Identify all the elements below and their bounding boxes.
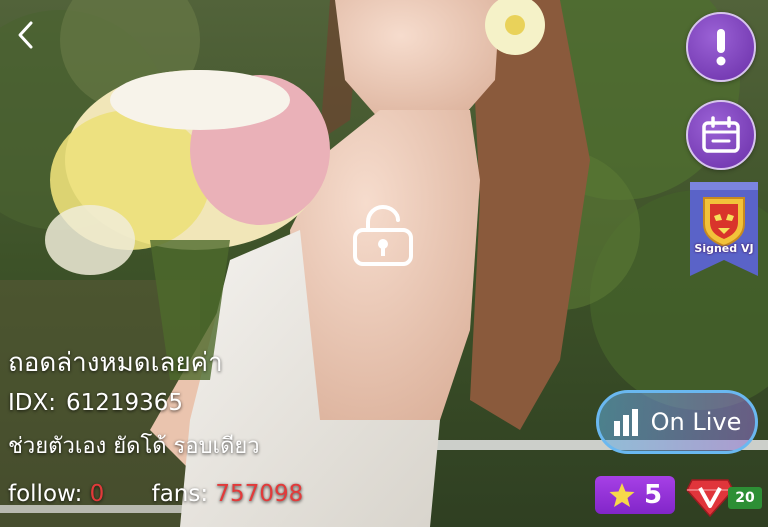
stream-stats: follow: 0 fans: 757098 <box>8 481 303 507</box>
diamond-v-icon <box>686 479 734 518</box>
vip-badge: 20 <box>686 474 764 518</box>
shield-badge-icon <box>690 182 758 276</box>
on-live-label: On Live <box>650 408 742 436</box>
exclamation-icon <box>716 29 726 66</box>
lock-toggle-button[interactable] <box>350 202 416 268</box>
schedule-button[interactable] <box>686 100 756 170</box>
vip-level-value: 20 <box>728 487 762 509</box>
stream-idx: IDX: 61219365 <box>8 390 183 416</box>
live-stream-preview: Signed VJ ถอดล่างหมดเลยค่า IDX: 61219365 … <box>0 0 768 527</box>
fans-label: fans: <box>151 481 209 507</box>
on-live-button[interactable]: On Live <box>596 390 758 454</box>
report-button[interactable] <box>686 12 756 82</box>
follow-label: follow: <box>8 481 83 507</box>
fans-count: 757098 <box>215 481 304 507</box>
signed-vj-label: Signed VJ <box>694 242 754 255</box>
stream-tagline: ช่วยตัวเอง ยัดโด้ รอบเดียว <box>8 434 260 459</box>
idx-label: IDX: <box>8 390 56 416</box>
signal-bars-icon <box>613 409 638 436</box>
signed-vj-badge: Signed VJ <box>688 180 760 278</box>
level-value: 5 <box>643 480 663 510</box>
unlocked-padlock-icon <box>353 204 413 266</box>
stream-title: ถอดล่างหมดเลยค่า <box>8 348 223 378</box>
star-icon <box>609 483 635 507</box>
follow-count: 0 <box>89 481 105 507</box>
calendar-icon <box>702 116 740 153</box>
level-badge: 5 <box>595 476 675 514</box>
idx-value: 61219365 <box>66 390 184 416</box>
back-button[interactable] <box>10 18 40 52</box>
chevron-left-icon <box>18 21 33 49</box>
